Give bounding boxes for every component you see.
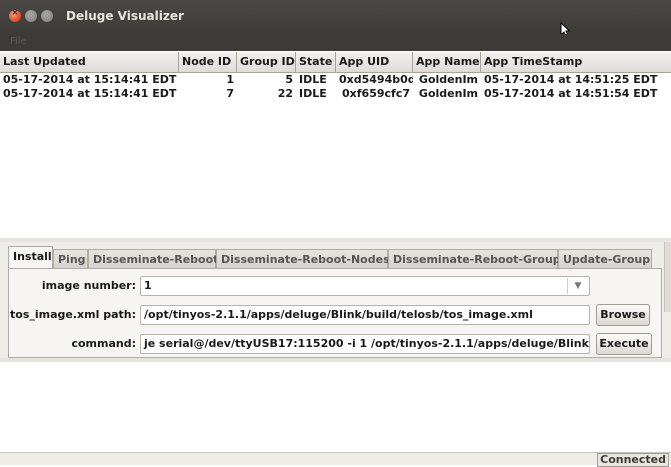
cell-app-name: GoldenIm (418, 87, 478, 100)
chevron-down-icon[interactable]: ▼ (567, 278, 588, 294)
command-label: command: (71, 337, 136, 350)
table-row[interactable]: 05-17-2014 at 15:14:41 EDT 1 5 IDLE 0xd5… (0, 73, 671, 87)
cell-group-id: 22 (277, 87, 293, 100)
tab-update-group[interactable]: Update-Group (558, 249, 652, 269)
browse-button[interactable]: Browse (596, 304, 650, 326)
status-bar: Connected (0, 452, 671, 467)
cell-last-updated: 05-17-2014 at 15:14:41 EDT (3, 73, 177, 86)
column-node-id[interactable]: Node ID (179, 52, 237, 72)
table-header: Last Updated Node ID Group ID State App … (0, 52, 671, 73)
image-number-value: 1 (144, 279, 152, 292)
table-row[interactable]: 05-17-2014 at 15:14:41 EDT 7 22 IDLE 0xf… (0, 87, 671, 101)
cell-state: IDLE (299, 73, 327, 86)
column-last-updated[interactable]: Last Updated (0, 52, 179, 72)
tos-image-path-label: tos_image.xml path: (10, 308, 136, 321)
cell-group-id: 5 (285, 73, 293, 86)
cell-app-name: GoldenIm (418, 73, 478, 86)
column-app-name[interactable]: App Name (413, 52, 481, 72)
cell-app-uid: 0xf659cfc7 (342, 87, 410, 100)
cell-state: IDLE (299, 87, 327, 100)
tab-disseminate-reboot[interactable]: Disseminate-Reboot (88, 249, 218, 269)
cell-node-id: 7 (226, 87, 234, 100)
image-number-combobox[interactable]: 1 ▼ (140, 276, 590, 296)
column-state[interactable]: State (296, 52, 336, 72)
close-icon: × (11, 8, 19, 18)
cell-app-timestamp: 05-17-2014 at 14:51:25 EDT (484, 73, 658, 86)
command-field[interactable]: je serial@/dev/ttyUSB17:115200 -i 1 /opt… (140, 334, 590, 354)
image-number-label: image number: (41, 279, 136, 292)
tab-ping[interactable]: Ping (53, 249, 88, 269)
cell-app-timestamp: 05-17-2014 at 14:51:54 EDT (484, 87, 658, 100)
tab-disseminate-reboot-group[interactable]: Disseminate-Reboot-Group (388, 249, 561, 269)
nodes-table[interactable]: Last Updated Node ID Group ID State App … (0, 52, 671, 238)
tab-scroll-handle[interactable] (664, 242, 671, 312)
tab-disseminate-reboot-nodes[interactable]: Disseminate-Reboot-Nodes (216, 249, 390, 269)
execute-button[interactable]: Execute (596, 333, 652, 355)
connection-status: Connected (597, 453, 669, 467)
window-title: Deluge Visualizer (66, 9, 184, 23)
title-bar: × Deluge Visualizer (0, 0, 671, 38)
tos-image-path-field[interactable]: /opt/tinyos-2.1.1/apps/deluge/Blink/buil… (140, 305, 590, 325)
column-app-uid[interactable]: App UID (336, 52, 413, 72)
close-window-button[interactable]: × (9, 8, 21, 22)
maximize-window-button[interactable] (41, 10, 53, 22)
cell-last-updated: 05-17-2014 at 15:14:41 EDT (3, 87, 177, 100)
tab-install[interactable]: Install (8, 246, 53, 270)
column-app-timestamp[interactable]: App TimeStamp (481, 52, 671, 72)
menu-bar: File (0, 34, 671, 51)
cell-node-id: 1 (226, 73, 234, 86)
column-group-id[interactable]: Group ID (237, 52, 296, 72)
output-area[interactable] (0, 362, 671, 452)
menu-file[interactable]: File (10, 36, 27, 47)
cell-app-uid: 0xd5494b0d (339, 73, 413, 86)
minimize-window-button[interactable] (25, 10, 37, 22)
